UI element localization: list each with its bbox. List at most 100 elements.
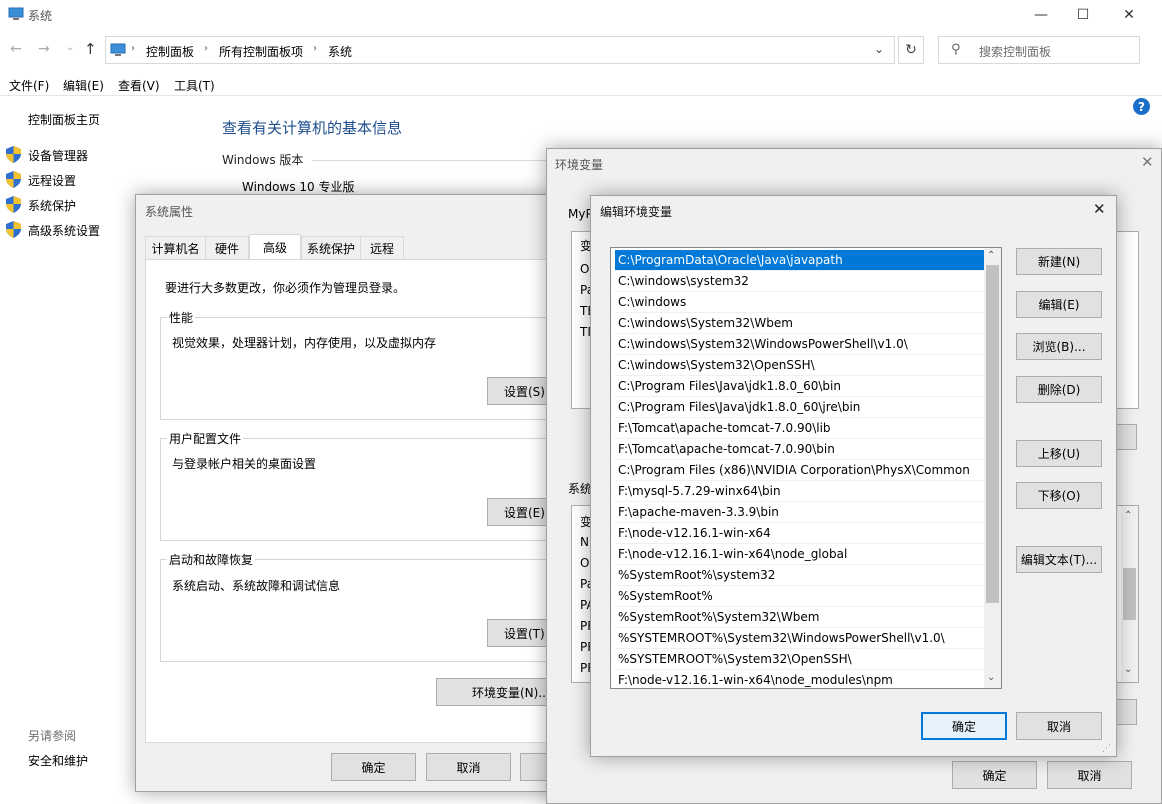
dialog-title: 编辑环境变量 xyxy=(600,205,673,219)
tab-remote[interactable]: 远程 xyxy=(360,236,404,260)
environment-variables-button[interactable]: 环境变量(N)... xyxy=(436,678,556,706)
resize-grip-icon[interactable]: ⋰ xyxy=(1102,744,1114,756)
path-list[interactable]: C:\ProgramData\Oracle\Java\javapath C:\wi… xyxy=(610,247,1002,689)
edit-ok-button[interactable]: 确定 xyxy=(921,712,1007,740)
menu-tools[interactable]: 工具(T) xyxy=(174,77,215,94)
path-list-item[interactable]: C:\windows\System32\WindowsPowerShell\v1… xyxy=(615,334,985,355)
sidebar-item-remote-settings[interactable]: 远程设置 xyxy=(28,172,76,189)
delete-button[interactable]: 删除(D) xyxy=(1016,376,1102,403)
window-title: 系统 xyxy=(28,9,53,23)
edit-button[interactable]: 编辑(E) xyxy=(1016,291,1102,318)
path-list-item[interactable]: F:\node-v12.16.1-win-x64\node_global xyxy=(615,544,985,565)
breadcrumb-system[interactable]: 系统 xyxy=(328,43,352,60)
browse-button[interactable]: 浏览(B)... xyxy=(1016,333,1102,360)
address-dropdown-icon[interactable]: ⌄ xyxy=(874,42,884,56)
path-list-item[interactable]: C:\Program Files\Java\jdk1.8.0_60\jre\bi… xyxy=(615,397,985,418)
path-list-item[interactable]: F:\apache-maven-3.3.9\bin xyxy=(615,502,985,523)
button-label: 删除(D) xyxy=(1037,383,1081,397)
system-vars-label: 系统 xyxy=(568,482,593,496)
path-list-item[interactable]: %SystemRoot%\system32 xyxy=(615,565,985,586)
edit-text-button[interactable]: 编辑文本(T)... xyxy=(1016,546,1102,573)
button-label: 取消 xyxy=(1077,768,1102,783)
new-button[interactable]: 新建(N) xyxy=(1016,248,1102,275)
path-list-item[interactable]: %SystemRoot%\System32\Wbem xyxy=(615,607,985,628)
page-title: 查看有关计算机的基本信息 xyxy=(222,119,403,137)
forward-icon[interactable]: → xyxy=(38,41,50,57)
scroll-down-icon[interactable]: ⌄ xyxy=(987,672,995,683)
tab-computer-name[interactable]: 计算机名 xyxy=(145,236,206,260)
path-list-item[interactable]: C:\windows\System32\Wbem xyxy=(615,313,985,334)
button-label: 编辑文本(T)... xyxy=(1020,553,1098,567)
maximize-button[interactable]: ☐ xyxy=(1060,0,1106,30)
sidebar-item-device-manager[interactable]: 设备管理器 xyxy=(28,147,88,164)
path-list-item[interactable]: %SystemRoot% xyxy=(615,586,985,607)
sidebar-item-system-protection[interactable]: 系统保护 xyxy=(28,197,76,214)
help-icon[interactable]: ? xyxy=(1133,98,1150,115)
sysprops-cancel-button[interactable]: 取消 xyxy=(426,753,511,781)
breadcrumb-control-panel[interactable]: 控制面板 xyxy=(146,43,194,60)
tab-system-protection[interactable]: 系统保护 xyxy=(301,236,361,260)
shield-icon xyxy=(6,196,21,213)
control-panel-home-link[interactable]: 控制面板主页 xyxy=(28,111,100,128)
back-icon[interactable]: ← xyxy=(10,41,22,57)
path-list-item[interactable]: C:\Program Files (x86)\NVIDIA Corporatio… xyxy=(615,460,985,481)
scroll-up-icon[interactable]: ⌃ xyxy=(1124,510,1132,521)
path-list-item[interactable]: %SYSTEMROOT%\System32\OpenSSH\ xyxy=(615,649,985,670)
tab-hardware[interactable]: 硬件 xyxy=(205,236,249,260)
path-list-scrollbar[interactable]: ⌃ ⌄ xyxy=(984,248,1001,688)
envvars-ok-button[interactable]: 确定 xyxy=(952,761,1037,789)
path-list-item[interactable]: C:\Program Files\Java\jdk1.8.0_60\bin xyxy=(615,376,985,397)
path-list-item[interactable]: C:\ProgramData\Oracle\Java\javapath xyxy=(615,250,985,271)
address-bar[interactable]: › 控制面板 › 所有控制面板项 › 系统 ⌄ xyxy=(105,36,895,64)
path-list-item[interactable]: F:\Tomcat\apache-tomcat-7.0.90\bin xyxy=(615,439,985,460)
search-placeholder: 搜索控制面板 xyxy=(979,45,1052,59)
breadcrumb-sep-icon: › xyxy=(313,43,317,54)
path-list-item[interactable]: F:\mysql-5.7.29-winx64\bin xyxy=(615,481,985,502)
security-maintenance-link[interactable]: 安全和维护 xyxy=(28,752,88,769)
sidebar-item-advanced-settings[interactable]: 高级系统设置 xyxy=(28,222,100,239)
user-vars-label: MyP xyxy=(568,207,593,221)
sysprops-ok-button[interactable]: 确定 xyxy=(331,753,416,781)
move-down-button[interactable]: 下移(O) xyxy=(1016,482,1102,509)
minimize-button[interactable]: — xyxy=(1018,0,1064,30)
path-list-item[interactable]: C:\windows\System32\OpenSSH\ xyxy=(615,355,985,376)
system-vars-scrollbar[interactable]: ⌃ ⌄ xyxy=(1121,506,1138,682)
up-icon[interactable]: ↑ xyxy=(84,40,97,58)
windows-edition-value: Windows 10 专业版 xyxy=(242,180,355,194)
menu-file[interactable]: 文件(F) xyxy=(9,77,49,94)
button-label: 取消 xyxy=(1046,719,1071,734)
path-list-item[interactable]: F:\node-v12.16.1-win-x64 xyxy=(615,523,985,544)
tab-label: 系统保护 xyxy=(306,242,355,256)
computer-icon xyxy=(110,43,126,56)
button-label: 确定 xyxy=(361,760,386,775)
scroll-thumb[interactable] xyxy=(986,265,999,603)
close-icon[interactable]: ✕ xyxy=(1093,200,1106,218)
scroll-thumb[interactable] xyxy=(1123,568,1136,620)
path-list-item[interactable]: %SYSTEMROOT%\System32\WindowsPowerShell\… xyxy=(615,628,985,649)
recent-dropdown-icon[interactable]: ⌄ xyxy=(66,42,74,53)
refresh-icon[interactable]: ↻ xyxy=(898,36,924,64)
path-list-item[interactable]: F:\Tomcat\apache-tomcat-7.0.90\lib xyxy=(615,418,985,439)
close-icon[interactable]: ✕ xyxy=(1141,153,1154,171)
scroll-down-icon[interactable]: ⌄ xyxy=(1124,664,1132,675)
search-input[interactable]: ⚲ 搜索控制面板 xyxy=(938,36,1140,64)
path-list-item[interactable]: C:\windows xyxy=(615,292,985,313)
startup-recovery-desc: 系统启动、系统故障和调试信息 xyxy=(172,579,341,593)
breadcrumb-all-items[interactable]: 所有控制面板项 xyxy=(219,43,303,60)
section-divider xyxy=(312,160,552,161)
shield-icon xyxy=(6,221,21,238)
menu-divider xyxy=(0,95,1162,96)
button-label: 上移(U) xyxy=(1037,447,1081,461)
move-up-button[interactable]: 上移(U) xyxy=(1016,440,1102,467)
menu-view[interactable]: 查看(V) xyxy=(118,77,160,94)
path-list-item[interactable]: C:\windows\system32 xyxy=(615,271,985,292)
path-list-item[interactable]: F:\node-v12.16.1-win-x64\node_modules\np… xyxy=(615,670,985,688)
menu-edit[interactable]: 编辑(E) xyxy=(63,77,104,94)
edit-cancel-button[interactable]: 取消 xyxy=(1016,712,1102,740)
advanced-tab-panel: 要进行大多数更改，你必须作为管理员登录。 性能 视觉效果，处理器计划，内存使用，… xyxy=(145,259,560,743)
envvars-cancel-button[interactable]: 取消 xyxy=(1047,761,1132,789)
tab-label: 高级 xyxy=(262,241,287,255)
scroll-up-icon[interactable]: ⌃ xyxy=(987,250,995,261)
tab-advanced[interactable]: 高级 xyxy=(249,234,301,260)
close-window-button[interactable]: ✕ xyxy=(1106,0,1152,30)
